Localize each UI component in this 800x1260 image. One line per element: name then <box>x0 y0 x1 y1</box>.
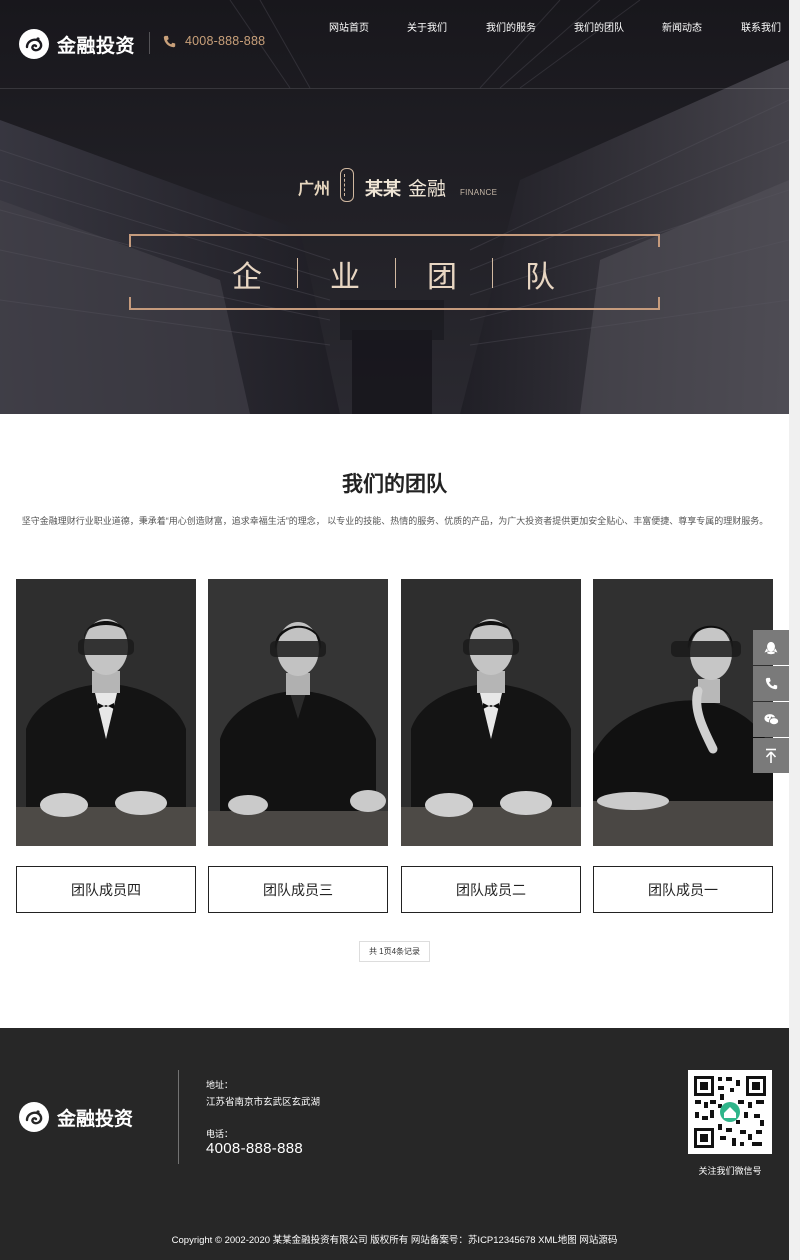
phone-label: 电话： <box>206 1129 234 1139</box>
team-photo[interactable] <box>208 579 388 846</box>
hero-title-separator <box>395 258 396 288</box>
footer-divider <box>178 1070 179 1164</box>
team-photo[interactable] <box>16 579 196 846</box>
header-bottom-line <box>0 88 789 89</box>
hero-title-separator <box>492 258 493 288</box>
main-nav: 网站首页 关于我们 我们的服务 我们的团队 新闻动态 联系我们 <box>0 19 789 37</box>
section-title: 我们的团队 <box>342 473 447 496</box>
footer-logo[interactable]: 金融投资 <box>17 1100 133 1134</box>
hero-title-char: 团 <box>427 261 457 294</box>
hero-brand-mark: 广州 某某 金融 FINANCE <box>298 168 508 204</box>
back-to-top-button[interactable] <box>753 738 789 773</box>
phone-button[interactable] <box>753 666 789 701</box>
chameleon-logo-icon <box>19 1102 49 1132</box>
footer-logo-text: 金融投资 <box>57 1108 134 1130</box>
team-photo[interactable] <box>401 579 581 846</box>
team-member-name[interactable]: 团队成员二 <box>401 866 581 913</box>
copyright-text: Copyright © 2002-2020 某某金融投资有限公司 版权所有 网站… <box>171 1235 618 1246</box>
brand-city: 广州 <box>298 181 331 198</box>
brand-name-light: 金融 <box>408 179 447 200</box>
frame-corner <box>129 297 131 308</box>
nav-news[interactable]: 新闻动态 <box>662 19 702 34</box>
team-member-name[interactable]: 团队成员三 <box>208 866 388 913</box>
portrait-female-image <box>208 579 388 846</box>
hero-title-char: 业 <box>330 261 360 294</box>
hero-title-frame: 企 业 团 队 <box>129 234 660 310</box>
footer-phone-number: 4008-888-888 <box>206 1140 304 1157</box>
nav-contact[interactable]: 联系我们 <box>741 19 781 34</box>
brand-name-bold: 某某 <box>365 179 401 199</box>
wechat-button[interactable] <box>753 702 789 737</box>
qr-caption: 关注我们微信号 <box>698 1166 762 1176</box>
team-member-name[interactable]: 团队成员四 <box>16 866 196 913</box>
frame-corner <box>658 297 660 308</box>
hero-banner: 金融投资 4008-888-888 网站首页 关于我们 我们的服务 我们的团队 … <box>0 0 789 414</box>
portrait-female-image <box>593 579 773 846</box>
address-label: 地址： <box>206 1080 234 1090</box>
team-member-name[interactable]: 团队成员一 <box>593 866 773 913</box>
scrollbar-track[interactable] <box>789 0 800 1260</box>
hero-title-char: 企 <box>232 261 262 294</box>
phone-icon <box>765 677 777 690</box>
address-value: 江苏省南京市玄武区玄武湖 <box>206 1097 321 1108</box>
nav-team[interactable]: 我们的团队 <box>574 19 624 34</box>
section-description: 坚守金融理财行业职业道德，秉承着“用心创造财富，追求幸福生活”的理念， 以专业的… <box>21 516 769 526</box>
hero-title-separator <box>297 258 298 288</box>
back-to-top-icon <box>765 748 777 763</box>
qr-code-image <box>692 1074 768 1150</box>
brand-seal-icon <box>340 168 354 202</box>
nav-home[interactable]: 网站首页 <box>329 19 369 34</box>
hero-title: 企 业 团 队 <box>129 250 660 294</box>
site-header: 金融投资 4008-888-888 网站首页 关于我们 我们的服务 我们的团队 … <box>0 0 789 88</box>
qq-button[interactable] <box>753 630 789 665</box>
portrait-male-image <box>16 579 196 846</box>
nav-about[interactable]: 关于我们 <box>407 19 447 34</box>
brand-english: FINANCE <box>460 188 498 197</box>
pagination-info: 共 1页4条记录 <box>359 941 430 962</box>
wechat-icon <box>763 714 779 726</box>
site-footer: 金融投资 地址： 江苏省南京市玄武区玄武湖 电话： 4008-888-888 关… <box>0 1028 789 1260</box>
floating-side-toolbar <box>753 630 789 774</box>
team-photo[interactable] <box>593 579 773 846</box>
wechat-qr-code <box>688 1070 772 1154</box>
qq-icon <box>764 641 778 654</box>
hero-title-char: 队 <box>525 261 555 294</box>
nav-services[interactable]: 我们的服务 <box>486 19 536 34</box>
portrait-male-image <box>401 579 581 846</box>
